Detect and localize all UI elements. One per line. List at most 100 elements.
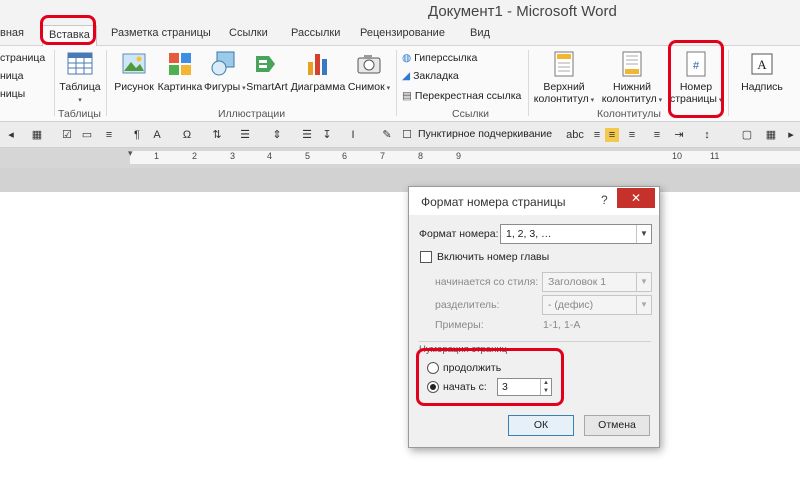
bookmark-button[interactable]: ◢ Закладка <box>402 68 459 84</box>
page-number-format-dialog: Формат номера страницы ? ✕ Формат номера… <box>408 186 660 448</box>
ruler-number: 4 <box>267 151 273 161</box>
ruler-number: 5 <box>305 151 311 161</box>
tables-group-label: Таблицы <box>58 108 101 120</box>
hyperlink-label: Гиперссылка <box>414 52 478 64</box>
spacing-icon[interactable]: ⇕ <box>270 128 284 142</box>
field-icon[interactable]: ▭ <box>80 128 94 142</box>
document-gutter <box>0 168 800 192</box>
divider <box>419 341 651 342</box>
table-icon <box>67 52 93 75</box>
format-toolbar: ◂ ▦ ☑ ▭ ≡ ¶ A Ω ⇅ ☰ ⇕ ☰ ↧ I ✎ ☐ Пунктирн… <box>0 122 800 148</box>
undo-icon[interactable]: ◂ <box>4 128 18 142</box>
table-label: Таблица <box>59 81 101 93</box>
strikethrough-icon[interactable]: abc <box>564 128 586 142</box>
edit-icon[interactable]: ✎ <box>380 128 394 142</box>
align-right-icon[interactable]: ≡ <box>625 128 639 142</box>
list-icon[interactable]: ☰ <box>300 128 314 142</box>
document-page[interactable] <box>0 192 800 498</box>
ok-button[interactable]: ОК <box>508 415 574 436</box>
grid-icon[interactable]: ▦ <box>30 128 44 142</box>
header-button[interactable]: Верхний колонтитул ▾ <box>532 50 596 105</box>
table-button[interactable]: Таблица ▾ <box>58 50 102 105</box>
numbering-icon[interactable]: ≡ <box>102 128 116 142</box>
underline-style-label: Пунктирное подчеркивание <box>418 128 553 140</box>
separator-value: - (дефис) <box>548 299 594 311</box>
underline-checkbox[interactable]: ☐ <box>400 128 414 142</box>
number-format-select[interactable]: 1, 2, 3, … ▼ <box>500 224 652 244</box>
cursor-icon[interactable]: I <box>346 128 360 142</box>
ruler-number: 8 <box>418 151 424 161</box>
separator-select[interactable]: - (дефис) ▼ <box>542 295 652 315</box>
help-icon[interactable]: ? <box>601 193 608 207</box>
ruler-number: 3 <box>230 151 236 161</box>
tab-review[interactable]: Рецензирование <box>360 27 445 39</box>
align-center-icon[interactable]: ≡ <box>605 128 619 142</box>
page-break-button[interactable]: ницы <box>0 86 25 102</box>
tab-page-layout[interactable]: Разметка страницы <box>111 27 211 39</box>
highlight-page-number-button <box>668 40 724 118</box>
chart-button[interactable]: Диаграмма <box>290 50 346 93</box>
picture-button[interactable]: Рисунок <box>112 50 156 93</box>
footer-button[interactable]: Нижний колонтитул ▾ <box>600 50 664 105</box>
screenshot-button[interactable]: Снимок ▾ <box>346 50 392 93</box>
chapter-style-label: начинается со стиля: <box>435 276 539 288</box>
hyperlink-button[interactable]: ◍ Гиперссылка <box>402 50 477 66</box>
formula-icon[interactable]: Ω <box>180 128 194 142</box>
text-box-button[interactable]: A Надпись <box>732 50 792 93</box>
bookmark-icon: ◢ <box>402 70 411 83</box>
shapes-icon <box>211 51 235 76</box>
tab-mailings[interactable]: Рассылки <box>291 27 340 39</box>
checkbox-icon[interactable]: ☑ <box>60 128 74 142</box>
paragraph-mark-icon[interactable]: ¶ <box>130 128 144 142</box>
footer-label-2: колонтитул <box>601 93 657 105</box>
chapter-style-select[interactable]: Заголовок 1 ▼ <box>542 272 652 292</box>
ruler-number: 1 <box>154 151 160 161</box>
cover-page-button[interactable]: страница <box>0 50 45 66</box>
group-separator <box>396 50 397 116</box>
clipart-icon <box>169 53 191 75</box>
links-group-label: Ссылки <box>452 108 489 120</box>
align-left-icon[interactable]: ≡ <box>590 128 604 142</box>
tab-references[interactable]: Ссылки <box>229 27 268 39</box>
table-icon-2[interactable]: ▦ <box>764 128 778 142</box>
examples-label: Примеры: <box>435 319 484 331</box>
clipart-button[interactable]: Картинка <box>156 50 204 93</box>
ruler-number: 10 <box>672 151 683 161</box>
spacing-icon-2[interactable]: ↕ <box>700 128 714 142</box>
chevron-down-icon: ▼ <box>636 296 651 314</box>
cancel-button[interactable]: Отмена <box>584 415 650 436</box>
number-format-value: 1, 2, 3, … <box>506 228 552 240</box>
highlight-insert-tab <box>40 15 96 45</box>
ruler-number: 2 <box>192 151 198 161</box>
include-chapter-checkbox[interactable] <box>420 251 432 263</box>
header-footer-group-label: Колонтитулы <box>597 108 661 120</box>
justify-icon[interactable]: ≡ <box>650 128 664 142</box>
shapes-button[interactable]: Фигуры ▾ <box>204 50 246 93</box>
borders-icon[interactable]: ▢ <box>740 128 754 142</box>
indent-icon[interactable]: ⇥ <box>672 128 686 142</box>
sort-icon[interactable]: ⇅ <box>210 128 224 142</box>
tab-home[interactable]: вная <box>0 27 24 39</box>
lines-icon[interactable]: ☰ <box>238 128 252 142</box>
footer-label-1: Нижний <box>612 81 651 93</box>
tab-view[interactable]: Вид <box>470 27 490 39</box>
indent-marker-icon[interactable]: ▾ <box>128 148 133 159</box>
ruler: ▾ 1 2 3 4 5 6 7 8 9 10 11 <box>0 148 800 168</box>
group-separator <box>728 50 729 116</box>
blank-page-button[interactable]: ница <box>0 68 24 84</box>
cross-reference-label: Перекрестная ссылка <box>414 90 522 102</box>
group-separator <box>54 50 55 116</box>
ruler-number: 7 <box>380 151 386 161</box>
header-label-2: колонтитул <box>533 93 589 105</box>
group-separator <box>528 50 529 116</box>
close-button[interactable]: ✕ <box>617 188 655 208</box>
cross-reference-button[interactable]: ▤ Перекрестная ссылка <box>402 88 521 104</box>
bookmark-label: Закладка <box>413 70 459 82</box>
more-icon[interactable]: ▸ <box>784 128 798 142</box>
globe-icon: ◍ <box>402 52 412 65</box>
header-label-1: Верхний <box>543 81 585 93</box>
sorting-icon[interactable]: ↧ <box>320 128 334 142</box>
font-color-icon[interactable]: A <box>150 128 164 142</box>
cross-reference-icon: ▤ <box>402 90 412 103</box>
smartart-button[interactable]: SmartArt <box>244 50 290 93</box>
